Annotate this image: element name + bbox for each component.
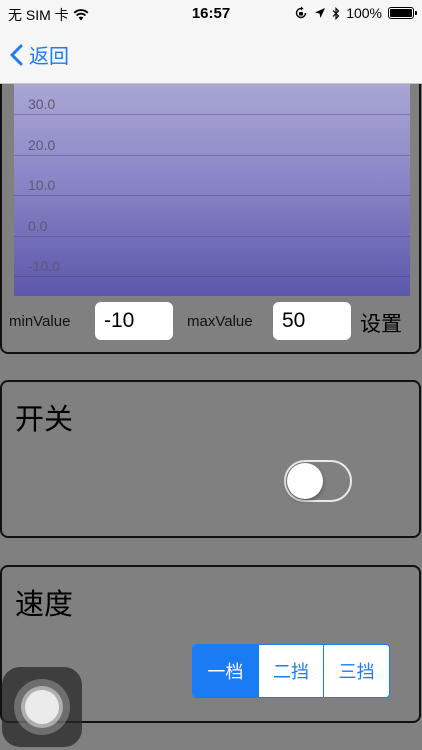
assistive-touch-icon — [25, 690, 59, 724]
rotation-lock-icon — [296, 6, 307, 19]
y-tick-label: 0.0 — [28, 218, 48, 234]
toggle-knob — [287, 463, 323, 499]
y-tick-label: 30.0 — [28, 96, 56, 112]
chart-gridline — [14, 155, 410, 156]
max-value-input[interactable] — [273, 302, 351, 340]
speed-title: 速度 — [15, 589, 74, 621]
chevron-left-icon — [10, 44, 23, 65]
speed-segment-1[interactable]: 一档 — [193, 645, 258, 697]
chart-gridline — [14, 195, 410, 196]
speed-segment-3[interactable]: 三挡 — [323, 645, 389, 697]
chart-gridline — [14, 114, 410, 115]
power-toggle[interactable] — [284, 460, 352, 502]
max-value-label: maxValue — [187, 313, 253, 330]
chart-gridline — [14, 276, 410, 277]
area-chart: -10.00.010.020.030.040.0 — [14, 84, 410, 296]
switch-title: 开关 — [15, 404, 74, 436]
bluetooth-icon — [332, 6, 340, 20]
back-label: 返回 — [29, 46, 69, 68]
battery-percent: 100% — [346, 5, 382, 21]
y-tick-label: 20.0 — [28, 137, 56, 153]
battery-icon — [388, 7, 417, 19]
y-tick-label: -10.0 — [28, 258, 60, 274]
min-value-input[interactable] — [95, 302, 173, 340]
speed-segment-2[interactable]: 二挡 — [257, 645, 324, 697]
min-value-label: minValue — [9, 313, 71, 330]
back-button[interactable]: 返回 — [10, 40, 69, 69]
location-icon — [315, 8, 326, 18]
chart-panel: -10.00.010.020.030.040.0 minValue maxVal… — [0, 84, 421, 354]
limits-row: minValue maxValue 设置 — [2, 301, 419, 341]
switch-panel: 开关 — [0, 380, 421, 538]
status-bar: 无 SIM 卡 16:57 100% — [0, 0, 422, 28]
assistive-touch-button[interactable] — [2, 667, 82, 747]
chart-gridline — [14, 236, 410, 237]
status-right: 100% — [294, 5, 417, 21]
navigation-bar: 返回 — [0, 28, 422, 84]
y-tick-label: 10.0 — [28, 177, 56, 193]
set-button[interactable]: 设置 — [360, 308, 402, 338]
speed-segmented-control: 一档 二挡 三挡 — [192, 644, 390, 698]
